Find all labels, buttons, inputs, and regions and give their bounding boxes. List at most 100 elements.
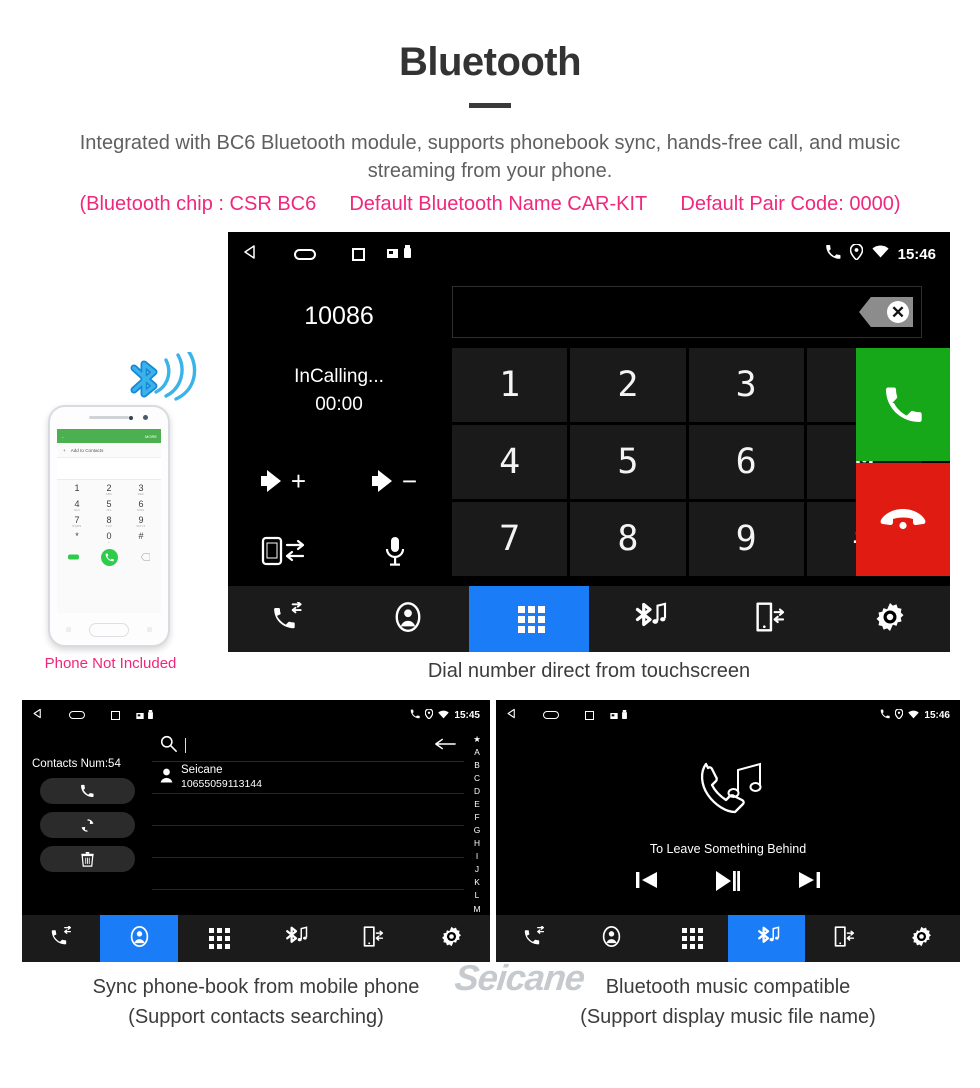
- dialpad-key-9[interactable]: 9: [688, 502, 804, 576]
- number-input-field[interactable]: ✕: [452, 286, 922, 338]
- header-specs: (Bluetooth chip : CSR BC6 Default Blueto…: [30, 193, 950, 216]
- tab-settings[interactable]: [830, 586, 950, 652]
- volume-down-button[interactable]: −: [371, 468, 417, 494]
- phone-key-9: 9 WXYZ: [125, 514, 157, 530]
- page-title: Bluetooth: [398, 40, 582, 84]
- call-info-panel: 10086 InCalling... 00:00 + −: [228, 276, 450, 586]
- index-letter[interactable]: H: [474, 837, 480, 850]
- index-letter[interactable]: C: [474, 771, 480, 784]
- contacts-delete-button[interactable]: [39, 846, 135, 872]
- contact-number: 10655059113144: [181, 778, 262, 791]
- phone-softkey-right: [147, 627, 152, 632]
- dialpad-key-6[interactable]: 6: [688, 425, 804, 499]
- contacts-sync-button[interactable]: [39, 812, 135, 838]
- contacts-alphabet-index[interactable]: ★ A B C D E F G H I J K L M: [466, 730, 488, 915]
- previous-track-button[interactable]: [636, 870, 658, 897]
- tab-settings[interactable]: [412, 915, 490, 962]
- dialpad-key-8[interactable]: 8: [570, 502, 686, 576]
- dialpad-key-7[interactable]: 7: [452, 502, 568, 576]
- dialpad-key-label: 9: [735, 519, 757, 559]
- home-icon[interactable]: [294, 248, 316, 260]
- music-controls: [496, 870, 960, 897]
- next-track-button[interactable]: [798, 870, 820, 897]
- phone-key-3: 3 DEF: [125, 482, 157, 498]
- tab-bluetooth-music[interactable]: [589, 586, 709, 652]
- index-letter[interactable]: F: [474, 810, 479, 823]
- index-letter[interactable]: K: [474, 876, 480, 889]
- tab-settings[interactable]: [883, 915, 960, 962]
- index-letter[interactable]: E: [474, 797, 480, 810]
- dialpad-key-5[interactable]: 5: [570, 425, 686, 499]
- tab-bluetooth-music[interactable]: [256, 915, 334, 962]
- index-letter[interactable]: M: [474, 902, 481, 915]
- transfer-to-phone-button[interactable]: [259, 535, 309, 567]
- tab-contacts[interactable]: [573, 915, 650, 962]
- tab-keypad[interactable]: [468, 586, 589, 652]
- recents-icon[interactable]: [585, 710, 594, 720]
- back-icon[interactable]: [506, 706, 517, 724]
- tab-phone-sync[interactable]: [805, 915, 882, 962]
- recents-icon[interactable]: [111, 710, 120, 720]
- recents-icon[interactable]: [352, 247, 365, 261]
- phone-key-digit: 8: [106, 515, 112, 525]
- tab-call-log[interactable]: [228, 586, 348, 652]
- phone-back-icon: ←: [61, 433, 65, 439]
- mute-microphone-button[interactable]: [383, 535, 407, 567]
- index-letter[interactable]: ★: [473, 732, 481, 745]
- index-letter[interactable]: I: [476, 850, 478, 863]
- dialpad-key-3[interactable]: 3: [688, 348, 804, 422]
- search-icon: [160, 735, 177, 757]
- tab-phone-sync[interactable]: [334, 915, 412, 962]
- tab-contacts[interactable]: [348, 586, 468, 652]
- contacts-search-bar[interactable]: [152, 730, 464, 762]
- back-icon[interactable]: [32, 706, 43, 724]
- page-root: Bluetooth Integrated with BC6 Bluetooth …: [0, 0, 980, 1088]
- tab-phone-sync[interactable]: [709, 586, 829, 652]
- back-icon[interactable]: [242, 244, 258, 265]
- contacts-icon: [129, 925, 150, 952]
- hangup-button[interactable]: [856, 463, 950, 576]
- tab-bluetooth-music[interactable]: [727, 915, 806, 962]
- phone-front-camera: [143, 415, 148, 420]
- tab-call-log[interactable]: [22, 915, 100, 962]
- contacts-call-button[interactable]: [39, 778, 135, 804]
- index-letter[interactable]: L: [475, 889, 480, 902]
- main-dialer-screen: 15:46 10086 InCalling... 00:00 + − ✕ 1 2…: [228, 232, 950, 652]
- phone-screen: ← MORE + Add to Contacts 1 2 ABC 3 DEF 4…: [57, 429, 161, 613]
- dialpad-key-4[interactable]: 4: [452, 425, 568, 499]
- speaker-icon: [371, 470, 398, 492]
- tab-keypad[interactable]: [651, 915, 728, 962]
- index-letter[interactable]: J: [475, 863, 479, 876]
- tab-keypad[interactable]: [178, 915, 256, 962]
- phone-key-letters: TUV: [105, 525, 113, 528]
- home-icon[interactable]: [543, 711, 559, 719]
- index-letter[interactable]: G: [474, 824, 481, 837]
- phone-music-icon: [496, 752, 960, 824]
- index-letter[interactable]: A: [474, 745, 480, 758]
- phone-add-contact-label: Add to Contacts: [70, 447, 104, 453]
- home-icon[interactable]: [69, 711, 85, 719]
- spec-chip: (Bluetooth chip : CSR BC6: [79, 193, 317, 216]
- search-back-icon[interactable]: [434, 737, 456, 755]
- tab-contacts[interactable]: [100, 915, 178, 962]
- music-statusbar: 15:46: [496, 700, 960, 730]
- index-letter[interactable]: D: [474, 784, 480, 797]
- tab-call-log[interactable]: [496, 915, 573, 962]
- dialpad-key-2[interactable]: 2: [570, 348, 686, 422]
- dialpad-key-1[interactable]: 1: [452, 348, 568, 422]
- play-pause-button[interactable]: [716, 870, 740, 897]
- backspace-icon[interactable]: ✕: [859, 297, 913, 327]
- phone-key-2: 2 ABC: [93, 482, 125, 498]
- phone-keypad: 1 2 ABC 3 DEF 4 GHI 5 JKL 6 MNO 7 PQRS 8…: [57, 480, 161, 546]
- settings-gear-icon: [875, 602, 905, 637]
- index-letter[interactable]: B: [474, 758, 480, 771]
- dialpad-key-label: 7: [499, 519, 521, 559]
- phone-not-included-caption: Phone Not Included: [44, 655, 177, 672]
- dialpad-key-label: 2: [617, 365, 639, 405]
- header-description: Integrated with BC6 Bluetooth module, su…: [79, 132, 901, 182]
- spec-bt-name: Default Bluetooth Name CAR-KIT: [349, 193, 648, 216]
- contact-row[interactable]: Seicane 10655059113144: [152, 762, 464, 794]
- call-button[interactable]: [856, 348, 950, 461]
- phone-key-letters: MNO: [137, 509, 145, 512]
- volume-up-button[interactable]: +: [260, 468, 306, 494]
